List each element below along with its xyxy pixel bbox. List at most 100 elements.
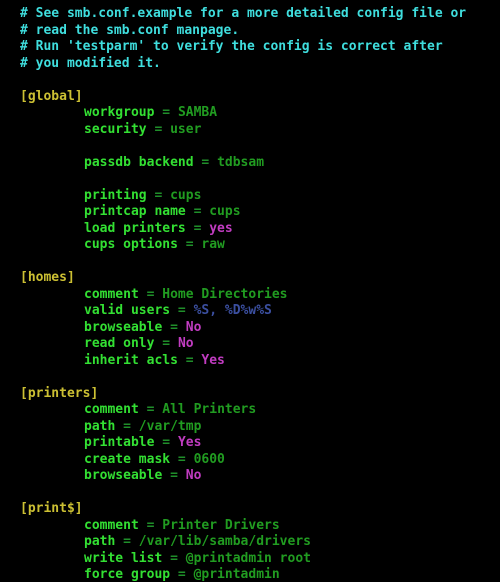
equals-sign: =: [123, 534, 131, 549]
config-value: No: [177, 336, 194, 351]
config-value: @printadmin root: [185, 550, 311, 566]
equals-sign: =: [170, 550, 178, 566]
config-entry: passdb backend = tdbsam: [20, 155, 500, 172]
comment-line: # Run 'testparm' to verify the config is…: [20, 39, 500, 56]
equals-sign: =: [146, 517, 155, 533]
comment-line: # See smb.conf.example for a more detail…: [20, 6, 500, 23]
config-entry: printing = cups: [20, 188, 500, 205]
section-header-text: [homes]: [20, 270, 75, 285]
config-entry: force group = @printadmin: [20, 567, 500, 582]
config-entry: comment = Printer Drivers: [20, 518, 500, 535]
config-key: browseable: [84, 319, 163, 335]
config-entry: path = /var/tmp: [20, 419, 500, 436]
config-value: cups: [209, 204, 241, 219]
config-entry: security = user: [20, 122, 500, 139]
equals-sign: =: [185, 352, 194, 368]
config-entry: comment = Home Directories: [20, 287, 500, 304]
config-key: printing: [84, 187, 147, 203]
config-entry: cups options = raw: [20, 237, 500, 254]
comment-text: # read the smb.conf manpage.: [20, 22, 240, 38]
config-value: user: [170, 121, 202, 137]
config-value: Yes: [201, 352, 225, 368]
config-value: raw: [201, 237, 225, 252]
config-key: comment: [84, 402, 139, 417]
config-entry: comment = All Printers: [20, 402, 500, 419]
config-key: workgroup: [84, 105, 155, 120]
config-key: printable: [84, 435, 155, 450]
equals-sign: =: [170, 319, 178, 335]
config-value: Yes: [177, 435, 202, 450]
config-value: /var/tmp: [138, 418, 202, 434]
section-header: [print$]: [20, 501, 500, 518]
comment-line: # read the smb.conf manpage.: [20, 23, 500, 40]
config-key: security: [84, 121, 147, 137]
config-entry: create mask = 0600: [20, 452, 500, 469]
equals-sign: =: [154, 187, 163, 203]
config-entry: browseable = No: [20, 320, 500, 337]
config-value: @printadmin: [193, 567, 280, 582]
equals-sign: =: [123, 418, 131, 434]
equals-sign: =: [162, 336, 171, 351]
config-key: load printers: [84, 220, 186, 236]
config-entry: path = /var/lib/samba/drivers: [20, 534, 500, 551]
config-key: comment: [84, 286, 139, 302]
config-entry: valid users = %S, %D%w%S: [20, 303, 500, 320]
equals-sign: =: [177, 567, 186, 582]
config-file-content: # See smb.conf.example for a more detail…: [20, 6, 500, 582]
config-key: comment: [84, 517, 139, 533]
config-entry: read only = No: [20, 336, 500, 353]
config-entry: printable = Yes: [20, 435, 500, 452]
config-entry: browseable = No: [20, 468, 500, 485]
equals-sign: =: [146, 286, 155, 302]
equals-sign: =: [185, 237, 194, 252]
section-header: [printers]: [20, 386, 500, 403]
config-value: Printer Drivers: [162, 517, 280, 533]
config-entry: inherit acls = Yes: [20, 353, 500, 370]
equals-sign: =: [177, 451, 186, 467]
config-value: All Printers: [162, 402, 257, 417]
comment-line: # you modified it.: [20, 56, 500, 73]
config-value: %S, %D%w%S: [193, 303, 272, 318]
config-key: passdb backend: [84, 154, 194, 170]
section-header-text: [print$]: [20, 501, 83, 516]
config-key: read only: [84, 336, 155, 351]
comment-text: # See smb.conf.example for a more detail…: [20, 6, 467, 21]
equals-sign: =: [193, 204, 202, 219]
config-key: path: [84, 534, 116, 549]
terminal-window[interactable]: # See smb.conf.example for a more detail…: [0, 0, 500, 582]
config-value: No: [185, 319, 202, 335]
config-entry: printcap name = cups: [20, 204, 500, 221]
config-value: 0600: [193, 451, 225, 467]
comment-text: # Run 'testparm' to verify the config is…: [20, 39, 443, 54]
equals-sign: =: [154, 121, 163, 137]
config-key: printcap name: [84, 204, 186, 219]
config-value: No: [185, 468, 202, 483]
config-value: SAMBA: [177, 105, 218, 120]
equals-sign: =: [170, 468, 178, 483]
config-value: yes: [209, 220, 233, 236]
config-key: create mask: [84, 451, 171, 467]
comment-text: # you modified it.: [20, 55, 161, 71]
config-value: /var/lib/samba/drivers: [138, 534, 311, 549]
equals-sign: =: [177, 303, 186, 318]
config-value: cups: [170, 187, 202, 203]
config-entry: workgroup = SAMBA: [20, 105, 500, 122]
config-key: write list: [84, 550, 163, 566]
config-key: path: [84, 418, 116, 434]
config-value: Home Directories: [162, 286, 288, 302]
equals-sign: =: [193, 220, 202, 236]
section-header: [global]: [20, 89, 500, 106]
equals-sign: =: [201, 154, 210, 170]
config-key: force group: [84, 567, 171, 582]
equals-sign: =: [146, 402, 155, 417]
config-key: inherit acls: [84, 352, 178, 368]
equals-sign: =: [162, 105, 171, 120]
config-entry: load printers = yes: [20, 221, 500, 238]
section-header-text: [printers]: [20, 385, 99, 401]
